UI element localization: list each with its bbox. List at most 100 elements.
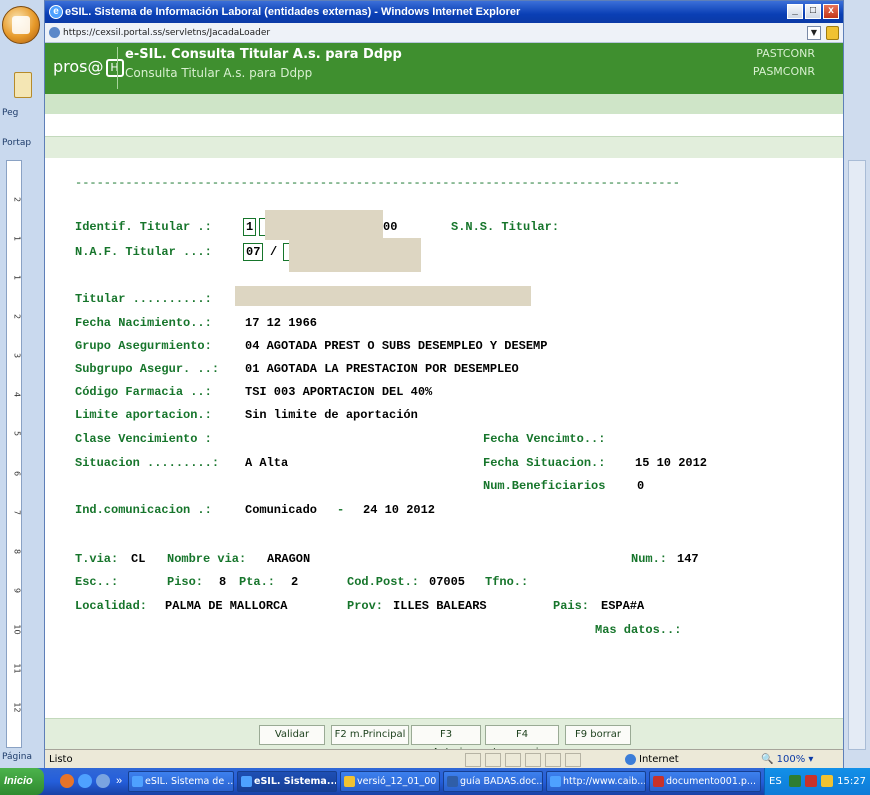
close-button[interactable]: x bbox=[823, 4, 839, 19]
ind-comunicacion-dash: - bbox=[337, 503, 345, 517]
task-label: eSIL. Sistema de ... bbox=[145, 776, 234, 787]
header-band bbox=[45, 94, 843, 114]
window-title: eSIL. Sistema de Información Laboral (en… bbox=[65, 6, 521, 18]
ruler-number: 2 bbox=[12, 197, 22, 203]
situacion-value: A Alta bbox=[245, 456, 289, 470]
taskbar-item-pdf[interactable]: documento001.p... bbox=[649, 771, 761, 792]
toolbar-band bbox=[45, 136, 843, 158]
ie-window: e eSIL. Sistema de Información Laboral (… bbox=[44, 0, 844, 769]
ruler-number: 1 bbox=[12, 236, 22, 242]
status-cell-5 bbox=[545, 753, 561, 767]
ruler-number: 5 bbox=[12, 431, 22, 437]
ie-logo-icon: e bbox=[49, 5, 63, 19]
esc-label: Esc..: bbox=[75, 575, 119, 589]
pdf-icon bbox=[653, 776, 664, 787]
ind-comunicacion-label: Ind.comunicacion .: bbox=[75, 503, 212, 517]
address-dropdown-icon[interactable]: ▼ bbox=[807, 26, 821, 40]
fecha-situacion-label: Fecha Situacion.: bbox=[483, 456, 606, 470]
status-cell-2 bbox=[485, 753, 501, 767]
quicklaunch-chevron[interactable]: » bbox=[116, 768, 122, 795]
localidad-value: PALMA DE MALLORCA bbox=[165, 599, 288, 613]
task-label: eSIL. Sistema... bbox=[254, 776, 337, 787]
identif-suffix: 00 bbox=[383, 220, 398, 234]
mas-datos-link[interactable]: Mas datos..: bbox=[595, 623, 681, 637]
validar-button[interactable]: Validar bbox=[259, 725, 325, 745]
clock[interactable]: 15:27 bbox=[837, 768, 866, 795]
ruler-number: 8 bbox=[12, 548, 22, 554]
ruler-number: 2 bbox=[12, 314, 22, 320]
address-url[interactable]: https://cexsil.portal.ss/servletns/Jacad… bbox=[63, 28, 270, 38]
taskbar-item-caib[interactable]: http://www.caib.... bbox=[546, 771, 646, 792]
form-content: ----------------------------------------… bbox=[45, 158, 843, 718]
sns-label: S.N.S. Titular: bbox=[451, 220, 560, 234]
clase-vencimiento-label: Clase Vencimiento : bbox=[75, 432, 212, 446]
zoom-value: 100% bbox=[776, 754, 806, 765]
task-label: versió_12_01_00 bbox=[357, 776, 437, 787]
situacion-label: Situacion .........: bbox=[75, 456, 220, 470]
volume-icon[interactable] bbox=[821, 775, 833, 787]
ruler-number: 10 bbox=[12, 624, 22, 635]
app-header: pros@ H e-SIL. Consulta Titular A.s. para… bbox=[45, 43, 843, 94]
num-beneficiarios-label: Num.Beneficiarios bbox=[483, 479, 606, 493]
internet-zone-icon bbox=[625, 753, 636, 765]
paste-icon[interactable] bbox=[14, 72, 32, 98]
pta-label: Pta.: bbox=[239, 575, 276, 589]
prov-label: Prov: bbox=[347, 599, 384, 613]
naf-label: N.A.F. Titular ...: bbox=[75, 245, 212, 259]
task-label: documento001.p... bbox=[666, 776, 756, 787]
pais-value: ESPA#A bbox=[601, 599, 645, 613]
page-status-label: Página bbox=[2, 752, 32, 762]
lock-icon[interactable] bbox=[826, 26, 839, 40]
taskbar-item-esil-1[interactable]: eSIL. Sistema de ... bbox=[128, 771, 234, 792]
piso-value: 8 bbox=[219, 575, 227, 589]
num-beneficiarios-value: 0 bbox=[637, 479, 645, 493]
window-titlebar[interactable]: e eSIL. Sistema de Información Laboral (… bbox=[45, 1, 843, 23]
tvia-value: CL bbox=[131, 552, 146, 566]
identif-field-1[interactable]: 1 bbox=[243, 218, 257, 236]
page-globe-icon bbox=[49, 27, 60, 38]
address-bar[interactable]: https://cexsil.portal.ss/servletns/Jacad… bbox=[45, 23, 843, 43]
minimize-button[interactable]: _ bbox=[787, 4, 803, 19]
taskbar-item-word[interactable]: guía BADAS.doc... bbox=[443, 771, 543, 792]
ruler-number: 11 bbox=[12, 663, 22, 674]
folder-icon bbox=[344, 776, 355, 787]
language-indicator[interactable]: ES bbox=[769, 768, 782, 795]
zoom-level[interactable]: 🔍 100% ▾ bbox=[761, 752, 813, 768]
f9-borrar-button[interactable]: F9 borrar bbox=[565, 725, 631, 745]
status-cell-6 bbox=[565, 753, 581, 767]
header-divider bbox=[117, 47, 118, 89]
paste-label: Peg bbox=[2, 108, 19, 118]
redacted-identif bbox=[265, 210, 383, 240]
fecha-situacion-value: 15 10 2012 bbox=[635, 456, 708, 470]
quicklaunch-media-icon[interactable] bbox=[96, 774, 110, 788]
quicklaunch-firefox-icon[interactable] bbox=[60, 774, 74, 788]
limite-value: Sin limite de aportación bbox=[245, 408, 418, 422]
security-icon[interactable] bbox=[805, 775, 817, 787]
maximize-button[interactable]: □ bbox=[805, 4, 821, 19]
status-cell-3 bbox=[505, 753, 521, 767]
vertical-scrollbar[interactable] bbox=[848, 160, 866, 750]
fecha-nacimiento-label: Fecha Nacimiento..: bbox=[75, 316, 212, 330]
ruler-number: 6 bbox=[12, 470, 22, 476]
taskbar-item-esil-2[interactable]: eSIL. Sistema... bbox=[237, 771, 337, 792]
network-icon[interactable] bbox=[789, 775, 801, 787]
titular-label: Titular ..........: bbox=[75, 292, 212, 306]
start-button[interactable]: Inicio bbox=[0, 768, 44, 795]
num-label: Num.: bbox=[631, 552, 668, 566]
quicklaunch-ie-icon[interactable] bbox=[78, 774, 92, 788]
clipboard-group-label: Portap bbox=[2, 138, 32, 148]
taskbar-item-folder[interactable]: versió_12_01_00 bbox=[340, 771, 440, 792]
security-zone[interactable]: Internet bbox=[625, 752, 679, 768]
start-label: Inicio bbox=[4, 775, 33, 787]
ruler-number: 12 bbox=[12, 702, 22, 713]
office-button-icon[interactable] bbox=[2, 6, 40, 44]
naf-field-1[interactable]: 07 bbox=[243, 243, 264, 261]
f2-principal-button[interactable]: F2 m.Principal bbox=[331, 725, 409, 745]
f4-transaccion-button[interactable]: F4 transaccion bbox=[485, 725, 559, 758]
codpost-label: Cod.Post.: bbox=[347, 575, 420, 589]
logo-box-icon: H bbox=[105, 58, 124, 77]
f3-anterior-button[interactable]: F3 m.Anterior bbox=[411, 725, 481, 758]
subgrupo-label: Subgrupo Asegur. ..: bbox=[75, 362, 220, 376]
app-title: e-SIL. Consulta Titular A.s. para Ddpp bbox=[125, 47, 402, 62]
pros-logo: pros@ H bbox=[53, 57, 124, 77]
